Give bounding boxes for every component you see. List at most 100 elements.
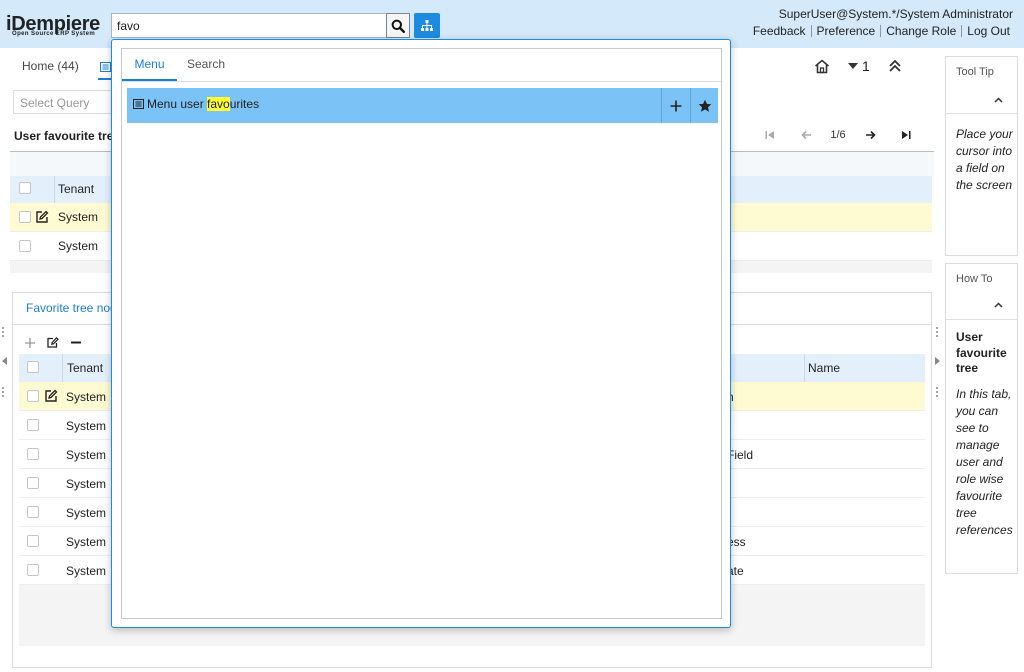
idempiere-logo[interactable]: iDempiere Open Source ERP System xyxy=(6,13,108,39)
search-results-popup: Menu Search Menu user favourites xyxy=(111,39,731,628)
column-header-tenant[interactable]: Tenant xyxy=(58,182,94,196)
tooltip-text: Place your cursor into a field on the sc… xyxy=(956,127,1013,192)
howto-heading: User favourite tree xyxy=(956,330,1007,375)
caret-down-icon xyxy=(848,63,858,69)
first-page-icon xyxy=(765,131,774,139)
howto-panel: How To User favourite tree In this tab, … xyxy=(945,263,1018,574)
collapse-up-icon[interactable] xyxy=(888,59,902,73)
left-collapse-arrow[interactable] xyxy=(2,357,7,365)
window-icon xyxy=(133,99,144,109)
search-result-label: Menu user favourites xyxy=(147,97,259,111)
record-count: 1 xyxy=(862,58,870,74)
column-header-tenant[interactable]: Tenant xyxy=(67,361,103,375)
right-collapse-arrow[interactable] xyxy=(935,357,940,365)
user-role-label[interactable]: SuperUser@System.*/System Administrator xyxy=(779,7,1013,21)
tab-home[interactable]: Home (44) xyxy=(10,52,91,80)
next-page-button[interactable] xyxy=(852,126,888,144)
plus-icon xyxy=(670,100,682,111)
grid-title: User favourite tree xyxy=(14,129,121,143)
row-checkbox[interactable] xyxy=(27,564,39,576)
result-label-prefix: Menu user xyxy=(147,97,208,111)
window-tabs: Home (44) xyxy=(10,52,91,80)
panel-divider xyxy=(946,319,1017,320)
tab-favorite-tree-node[interactable]: Favorite tree node xyxy=(26,301,123,315)
last-page-button[interactable] xyxy=(888,126,924,144)
record-count-dropdown[interactable]: 1 xyxy=(848,58,870,74)
select-all-checkbox[interactable] xyxy=(27,361,39,373)
header-links: Feedback Preference Change Role Log Out xyxy=(748,24,1015,38)
last-page-icon xyxy=(902,131,911,139)
popup-tabbox: Menu Search Menu user favourites xyxy=(121,48,722,619)
search-icon xyxy=(391,19,405,33)
add-to-favourites-button[interactable] xyxy=(661,88,690,123)
select-all-checkbox[interactable] xyxy=(19,182,31,194)
menu-tree-button[interactable] xyxy=(414,13,440,38)
window-tab-icon[interactable] xyxy=(100,62,111,72)
tenant-cell: System xyxy=(66,506,107,520)
result-label-suffix: urites xyxy=(229,97,260,111)
arrow-right-icon xyxy=(865,130,876,140)
tab-menu[interactable]: Menu xyxy=(122,49,177,81)
window-tab-underline xyxy=(98,78,112,80)
edit-icon[interactable] xyxy=(35,210,49,224)
logout-link[interactable]: Log Out xyxy=(962,24,1015,38)
howto-title: How To xyxy=(956,273,993,285)
column-header-name[interactable]: Name xyxy=(808,361,840,375)
panel-divider xyxy=(946,113,1017,114)
header-separator xyxy=(54,176,55,203)
select-query-dropdown[interactable]: Select Query xyxy=(13,90,113,114)
row-checkbox[interactable] xyxy=(27,477,39,489)
tenant-cell: System xyxy=(66,477,107,491)
header-separator xyxy=(804,354,805,382)
favourite-button[interactable] xyxy=(690,88,718,123)
star-icon xyxy=(698,99,711,112)
add-icon[interactable] xyxy=(25,337,35,348)
feedback-link[interactable]: Feedback xyxy=(748,24,811,38)
row-checkbox[interactable] xyxy=(27,506,39,518)
row-checkbox[interactable] xyxy=(27,535,39,547)
header-separator xyxy=(62,354,63,382)
edit-icon[interactable] xyxy=(44,389,58,403)
home-icon[interactable] xyxy=(814,58,830,74)
row-checkbox[interactable] xyxy=(19,240,31,252)
page-indicator: 1/6 xyxy=(830,129,846,141)
right-splitter-handle[interactable] xyxy=(936,387,939,397)
row-checkbox[interactable] xyxy=(27,390,39,402)
previous-page-button[interactable] xyxy=(788,126,824,144)
search-result-item[interactable]: Menu user favourites xyxy=(127,88,718,123)
change-role-link[interactable]: Change Role xyxy=(881,24,961,38)
row-checkbox[interactable] xyxy=(27,419,39,431)
result-label-highlight: favo xyxy=(207,97,230,111)
row-checkbox[interactable] xyxy=(27,448,39,460)
popup-tab-divider xyxy=(122,81,721,82)
chevron-up-icon[interactable] xyxy=(994,302,1003,308)
tab-search[interactable]: Search xyxy=(177,49,235,81)
tooltip-title: Tool Tip xyxy=(956,66,994,78)
delete-icon[interactable] xyxy=(71,341,81,344)
detail-toolbar xyxy=(25,337,81,348)
tenant-cell: System xyxy=(58,239,99,253)
row-checkbox[interactable] xyxy=(19,211,31,223)
sitemap-icon xyxy=(421,20,433,31)
window-toolbar: 1 xyxy=(814,58,902,74)
tenant-cell: System xyxy=(66,448,107,462)
arrow-left-icon xyxy=(800,130,811,140)
pager: 1/6 xyxy=(752,126,924,144)
tooltip-panel: Tool Tip Place your cursor into a field … xyxy=(945,56,1018,256)
howto-text: In this tab, you can see to manage user … xyxy=(956,387,1013,537)
search-button[interactable] xyxy=(386,13,410,38)
tenant-cell: System xyxy=(66,535,107,549)
preference-link[interactable]: Preference xyxy=(812,24,881,38)
global-search-input[interactable] xyxy=(111,13,387,38)
tenant-cell: System xyxy=(66,419,107,433)
left-splitter-handle[interactable] xyxy=(2,387,5,397)
tenant-cell: System xyxy=(66,564,107,578)
logo-subtitle: Open Source ERP System xyxy=(12,31,96,37)
chevron-up-icon[interactable] xyxy=(994,97,1003,103)
edit-icon[interactable] xyxy=(47,337,59,348)
left-splitter-handle[interactable] xyxy=(2,327,5,337)
tenant-cell: System xyxy=(58,210,99,224)
tenant-cell: System xyxy=(66,390,107,404)
right-splitter-handle[interactable] xyxy=(936,327,939,337)
first-page-button[interactable] xyxy=(752,126,788,144)
